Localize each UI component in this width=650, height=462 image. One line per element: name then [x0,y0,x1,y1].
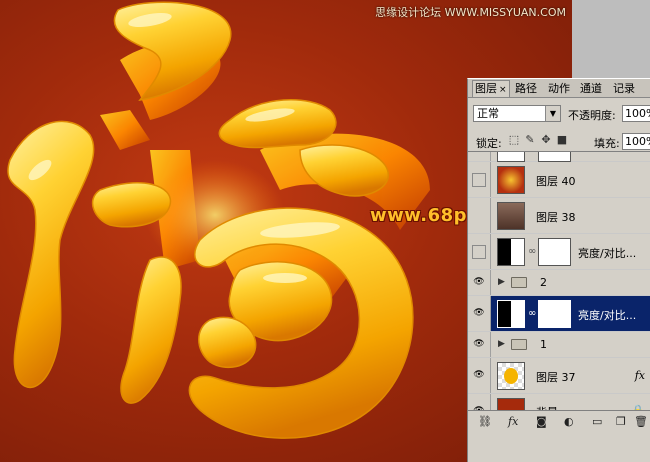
fu-thumbnail-icon [497,362,525,390]
adjustment-thumbnail-icon [497,300,525,328]
tab-paths[interactable]: 路径 [515,81,537,97]
background-thumbnail-icon [497,398,525,410]
layer-name: 图层 37 [536,371,576,384]
panel-tabs: 图层 × 路径 动作 通道 记录 [468,79,650,98]
visibility-toggle-empty[interactable] [472,173,486,187]
tab-channels[interactable]: 通道 [580,81,602,97]
lock-pixels-icon[interactable]: ✎ [524,134,536,146]
link-icon: ∞ [528,246,537,257]
forum-watermark: 思缘设计论坛 WWW.MISSYUAN.COM [375,6,566,19]
layer-name: 图层 38 [536,211,576,224]
layer-row-38[interactable]: 图层 38 [468,198,650,234]
layers-panel: 图层× 路径 动作 通道 记录 正常 ▼ 不透明度: 100% 锁定: ⬚ ✎ … [467,78,650,462]
fill-label: 填充: [594,137,620,150]
opacity-field[interactable]: 100% [622,105,650,122]
opacity-label: 不透明度: [568,109,616,122]
folder-icon [511,277,527,288]
lock-transparency-icon[interactable]: ⬚ [508,134,520,146]
tab-layers[interactable]: 图层 × [472,80,510,97]
blend-mode-value: 正常 [477,107,499,120]
group-name: 2 [540,276,547,289]
link-icon[interactable]: ⛓ [478,415,492,428]
adjustment-icon[interactable]: ◐ [564,415,574,428]
link-icon: ∞ [528,308,537,319]
visibility-column [468,198,491,233]
layer-group-1[interactable]: 👁 ▶ 1 [468,332,650,358]
eye-icon[interactable]: 👁 [472,369,486,383]
close-icon[interactable]: × [499,85,507,95]
fu-thumbnail-icon [497,166,525,194]
eye-icon[interactable]: 👁 [472,276,486,290]
dark-thumbnail-icon [497,202,525,230]
fill-field[interactable]: 100% [622,133,650,150]
expand-triangle-icon[interactable]: ▶ [498,277,505,287]
folder-icon [511,339,527,350]
lock-position-icon[interactable]: ✥ [540,134,552,146]
layer-row-background[interactable]: 👁 背景 🔒 [468,394,650,410]
expand-triangle-icon[interactable]: ▶ [498,339,505,349]
blend-mode-select[interactable]: 正常 ▼ [473,105,561,122]
tab-label: 图层 [475,82,497,95]
layer-thumbnail [497,152,525,162]
layer-mask-thumbnail [538,152,571,162]
visibility-toggle-empty[interactable] [472,245,486,259]
fx-icon[interactable]: fx [508,415,518,428]
lock-all-icon[interactable]: ■ [556,134,568,146]
visibility-column [468,152,491,161]
layer-mask-thumbnail [538,300,571,328]
layer-name: 亮度/对比... [578,309,637,322]
eye-icon[interactable]: 👁 [472,338,486,352]
layer-row-37[interactable]: 👁 图层 37 fx [468,358,650,394]
group-name: 1 [540,338,547,351]
layer-name: 图层 40 [536,175,576,188]
new-layer-icon[interactable]: ❐ [616,415,626,428]
layer-group-2[interactable]: 👁 ▶ 2 [468,270,650,296]
layer-row-brightness-contrast[interactable]: ∞ 亮度/对比... [468,234,650,270]
chevron-down-icon[interactable]: ▼ [545,106,560,121]
fu-glyph-icon [504,368,518,384]
layer-row-partial[interactable] [468,152,650,162]
fx-icon[interactable]: fx [635,369,645,382]
layer-row-40[interactable]: 图层 40 [468,162,650,198]
layers-list: 图层 40 图层 38 ∞ 亮度/对比... 👁 ▶ 2 � [468,151,650,410]
layers-bottom-toolbar: ⛓ fx ◙ ◐ ▭ ❐ 🗑 [468,410,650,433]
tab-history[interactable]: 记录 [613,81,635,97]
folder-icon[interactable]: ▭ [592,415,602,428]
layer-mask-thumbnail [538,238,571,266]
tab-actions[interactable]: 动作 [548,81,570,97]
lock-label: 锁定: [476,137,502,150]
eye-icon[interactable]: 👁 [472,307,486,321]
adjustment-thumbnail-icon [497,238,525,266]
layer-name: 亮度/对比... [578,247,637,260]
trash-icon[interactable]: 🗑 [634,415,648,428]
mask-icon[interactable]: ◙ [536,415,547,428]
layer-row-brightness-contrast-selected[interactable]: 👁 ∞ 亮度/对比... [468,296,650,332]
